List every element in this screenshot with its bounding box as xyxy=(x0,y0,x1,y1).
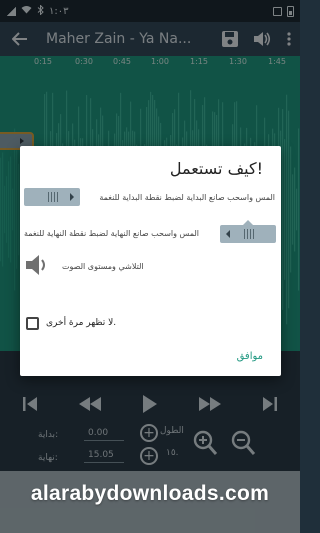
dialog-title: كيف تستعمل! xyxy=(169,159,263,178)
end-instruction-row: المس واسحب صانع النهاية لضبط نقطة النهاي… xyxy=(20,220,281,246)
start-instruction-text: المس واسحب صانع البداية لضبط نقطة البداي… xyxy=(99,193,275,202)
fade-row: التلاشي ومستوى الصوت xyxy=(20,252,281,278)
start-instruction-row: المس واسحب صانع البداية لضبط نقطة البداي… xyxy=(20,186,281,212)
volume-icon xyxy=(24,252,50,282)
end-instruction-text: المس واسحب صانع النهاية لضبط نقطة النهاي… xyxy=(24,229,200,238)
start-marker-icon xyxy=(24,188,80,206)
dont-show-checkbox[interactable] xyxy=(26,317,39,330)
dont-show-label: لا تظهر مرة أخرى. xyxy=(46,318,117,328)
watermark-text: alarabydownloads.com xyxy=(30,482,270,505)
ok-button[interactable]: موافق xyxy=(237,351,263,362)
fade-text: التلاشي ومستوى الصوت xyxy=(62,262,144,271)
end-marker-icon xyxy=(220,220,276,243)
how-to-use-dialog: كيف تستعمل! المس واسحب صانع البداية لضبط… xyxy=(20,146,281,376)
